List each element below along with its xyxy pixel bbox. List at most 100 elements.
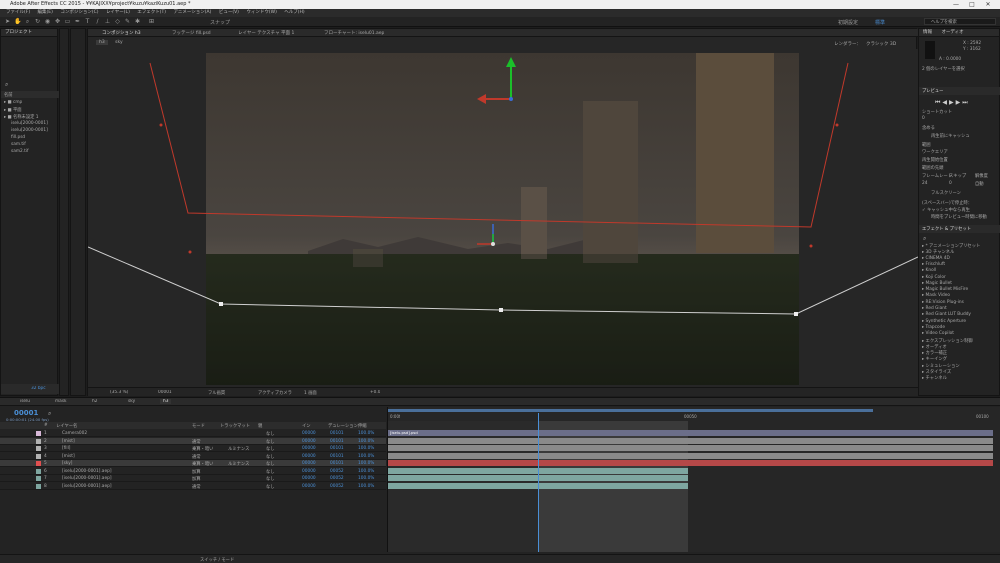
layer-bar[interactable]: [iselu.psd].psd (388, 430, 993, 436)
layer-mode[interactable]: 通常 (192, 454, 201, 460)
layer-mode[interactable]: 通常 (192, 439, 201, 445)
effects-item[interactable]: ▸ 3D チャンネル (922, 249, 954, 255)
cache-play-checkbox[interactable]: ✓ キャッシュ中なら再生 (922, 207, 970, 213)
layer-row[interactable]: 5 [sky] 乗算・暗い ルミナンス なし 00000 00101 100.0… (0, 460, 386, 467)
composition-viewport[interactable] (88, 49, 918, 387)
rotate-tool-icon[interactable]: ↻ (34, 18, 41, 25)
layer-trkmat[interactable]: ルミナンス (228, 446, 249, 452)
text-tool-icon[interactable]: T (84, 18, 91, 25)
effects-item[interactable]: ▸ オーディオ (922, 344, 947, 350)
breadcrumb-h3[interactable]: h3 (96, 40, 108, 45)
tab-audio[interactable]: オーディオ (941, 30, 963, 35)
effects-item[interactable]: ▸ RE:Vision Plug-ins (922, 300, 964, 305)
layer-parent[interactable]: なし (266, 476, 275, 482)
project-item[interactable]: iselu[2000-0001] (11, 121, 48, 126)
column-name[interactable]: 名前 (4, 92, 13, 98)
effects-item[interactable]: ▸ スタイライズ (922, 369, 951, 375)
layer-name[interactable]: [iselu[2000-0001].aep] (62, 469, 112, 474)
effects-item[interactable]: ▸ キーイング (922, 356, 947, 362)
project-item[interactable]: ▸ ■ 平面 (4, 107, 22, 113)
layer-color-label[interactable] (36, 468, 41, 474)
camera-tool-icon[interactable]: ◉ (44, 18, 51, 25)
frame-rate-select[interactable]: 24 (922, 181, 927, 186)
snap-label[interactable]: スナップ (210, 19, 230, 26)
layer-bar[interactable] (388, 445, 993, 451)
layer-duration[interactable]: 00101 (330, 461, 344, 466)
time-ruler[interactable]: 0:00f 00050 00100 (388, 407, 1000, 421)
stamp-tool-icon[interactable]: ⊥ (104, 18, 111, 25)
breadcrumb-sky[interactable]: sky (115, 40, 122, 45)
tab-layer[interactable]: レイヤー テクスチャ 平面 1 (238, 30, 294, 36)
timeline-search-icon[interactable]: ⌕ (48, 410, 51, 418)
project-item[interactable]: ▸ ■ cmp (4, 100, 22, 105)
zoom-value[interactable]: (35.3 %) (110, 390, 128, 395)
layer-name[interactable]: [iselu[2000-0001].aep] (62, 476, 112, 481)
layer-row[interactable]: 1 Camera002 なし 00000 00101 100.0% (0, 430, 386, 437)
layer-bar[interactable] (388, 437, 993, 444)
layer-parent[interactable]: なし (266, 431, 275, 437)
project-tab[interactable]: プロジェクト (1, 29, 57, 37)
layer-parent[interactable]: なし (266, 461, 275, 467)
cache-before-play[interactable]: 再生前にキャッシュ (931, 133, 970, 139)
close-button[interactable]: ✕ (980, 0, 996, 9)
effects-search-icon[interactable]: ⌕ (923, 235, 926, 243)
layer-color-label[interactable] (36, 453, 41, 459)
layer-duration[interactable]: 00101 (330, 446, 344, 451)
layer-mode[interactable]: 乗算・暗い (192, 461, 213, 467)
camera-select[interactable]: アクティブカメラ (258, 390, 292, 396)
effects-item[interactable]: ▸ Knoll (922, 268, 936, 273)
pan-tool-icon[interactable]: ✥ (54, 18, 61, 25)
effects-item[interactable]: ▸ * アニメーションプリセット (922, 243, 980, 249)
current-time-indicator[interactable] (538, 413, 539, 552)
layer-in[interactable]: 00000 (302, 484, 316, 489)
layer-parent[interactable]: なし (266, 484, 275, 490)
layer-duration[interactable]: 00101 (330, 454, 344, 459)
effects-item[interactable]: ▸ エクスプレッション制御 (922, 338, 973, 344)
layer-parent[interactable]: なし (266, 454, 275, 460)
layer-row[interactable]: 7 [iselu[2000-0001].aep] 加算 なし 00000 000… (0, 475, 386, 482)
effects-item[interactable]: ▸ チャンネル (922, 375, 947, 381)
skip-select[interactable]: 0 (949, 181, 952, 186)
renderer-value[interactable]: クラシック 3D (866, 41, 896, 47)
minimize-button[interactable]: — (948, 0, 964, 9)
layer-stretch[interactable]: 100.0% (358, 469, 374, 474)
header-layer-name[interactable]: レイヤー名 (56, 423, 77, 429)
project-item[interactable]: fill.psd (11, 135, 25, 140)
layer-stretch[interactable]: 100.0% (358, 446, 374, 451)
layer-parent[interactable]: なし (266, 439, 275, 445)
workspace-default[interactable]: 初期設定 (838, 19, 858, 26)
play-icon[interactable]: ▶ (949, 99, 956, 106)
layer-color-label[interactable] (36, 438, 41, 444)
maximize-button[interactable]: □ (964, 0, 980, 9)
layer-in[interactable]: 00000 (302, 439, 316, 444)
layer-duration[interactable]: 00101 (330, 431, 344, 436)
effects-item[interactable]: ▸ Trapcode (922, 325, 945, 330)
layer-bar[interactable] (388, 460, 993, 466)
layer-row[interactable]: 4 [mist] 通常 なし 00000 00101 100.0% (0, 453, 386, 460)
tab-info[interactable]: 情報 (923, 30, 932, 35)
menu-layer[interactable]: レイヤー(L) (106, 10, 130, 15)
layer-duration[interactable]: 00052 (330, 484, 344, 489)
switches-modes-toggle[interactable]: スイッチ / モード (200, 557, 234, 563)
effects-item[interactable]: ▸ Red Giant (922, 306, 947, 311)
timeline-tab[interactable]: iselu (20, 399, 30, 404)
timeline-tab[interactable]: h2 (92, 399, 97, 404)
effects-item[interactable]: ▸ CINEMA 4D (922, 256, 950, 261)
effects-item[interactable]: ▸ Synthetic Aperture (922, 319, 966, 324)
hand-tool-icon[interactable]: ✋ (14, 18, 21, 25)
layer-in[interactable]: 00000 (302, 454, 316, 459)
layer-stretch[interactable]: 100.0% (358, 476, 374, 481)
layer-color-label[interactable] (36, 431, 41, 436)
layer-color-label[interactable] (36, 461, 41, 466)
layer-parent[interactable]: なし (266, 469, 275, 475)
layer-parent[interactable]: なし (266, 446, 275, 452)
eraser-tool-icon[interactable]: ◇ (114, 18, 121, 25)
layer-duration[interactable]: 00101 (330, 439, 344, 444)
effects-item[interactable]: ▸ シミュレーション (922, 363, 960, 369)
layer-row[interactable]: 2 [mist] 通常 なし 00000 00101 100.0% (0, 437, 386, 445)
layer-name[interactable]: [mist] (62, 439, 75, 444)
effects-item[interactable]: ▸ Mask Video (922, 293, 950, 298)
layer-stretch[interactable]: 100.0% (358, 454, 374, 459)
project-item[interactable]: iselu[2000-0001] (11, 128, 48, 133)
local-axis-icon[interactable]: ⊞ (148, 18, 155, 25)
